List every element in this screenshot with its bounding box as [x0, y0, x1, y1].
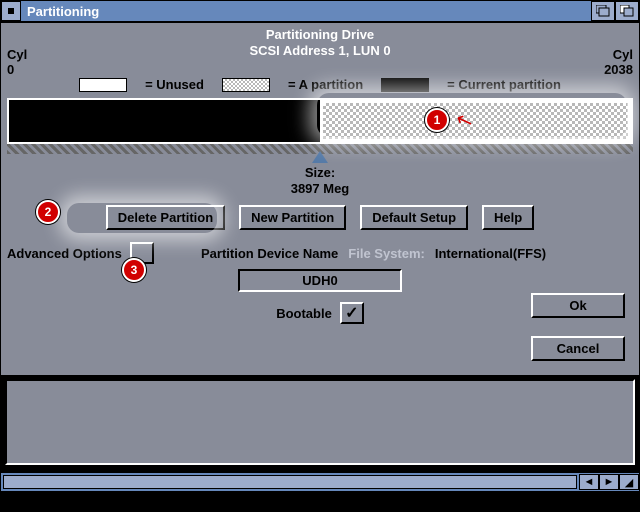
horizontal-scrollbar[interactable]: ◄ ► ◢: [1, 471, 639, 491]
cyl-left-label: Cyl: [7, 47, 27, 62]
scroll-left-icon[interactable]: ◄: [579, 474, 599, 490]
default-setup-button[interactable]: Default Setup: [360, 205, 468, 230]
fs-value: International(FFS): [435, 246, 546, 261]
legend-unused: = Unused: [145, 77, 204, 92]
status-pane: [5, 379, 635, 465]
ok-button[interactable]: Ok: [531, 293, 625, 318]
callout-2: 2: [36, 200, 60, 224]
size-label: Size:: [1, 165, 639, 181]
device-name-row: UDH0: [1, 269, 639, 292]
size-gadget[interactable]: ◢: [619, 474, 639, 490]
button-row: Delete Partition New Partition Default S…: [1, 205, 639, 230]
pdn-label: Partition Device Name: [201, 246, 338, 261]
scrollbar-track[interactable]: [3, 475, 577, 489]
help-button[interactable]: Help: [482, 205, 534, 230]
partition-segment-current[interactable]: [9, 100, 320, 142]
callout-1: 1: [425, 108, 449, 132]
legend-current: = Current partition: [447, 77, 561, 92]
new-partition-button[interactable]: New Partition: [239, 205, 346, 230]
zoom-gadget[interactable]: [591, 1, 615, 21]
delete-partition-button[interactable]: Delete Partition: [106, 205, 225, 230]
heading-title: Partitioning Drive: [1, 27, 639, 43]
depth-gadget[interactable]: [615, 1, 639, 21]
cyl-right-label: Cyl: [604, 47, 633, 62]
fs-label: File System:: [348, 246, 425, 261]
bootable-label: Bootable: [276, 306, 332, 321]
window-body: Partitioning Drive SCSI Address 1, LUN 0…: [1, 23, 639, 377]
partition-bar[interactable]: [7, 98, 633, 144]
size-value: 3897 Meg: [1, 181, 639, 197]
legend-a-partition: = A partition: [288, 77, 363, 92]
cancel-button[interactable]: Cancel: [531, 336, 625, 361]
swatch-a-partition: [222, 78, 270, 92]
legend: = Unused = A partition = Current partiti…: [1, 77, 639, 92]
device-name-input[interactable]: UDH0: [238, 269, 402, 292]
check-icon: ✓: [345, 303, 358, 323]
size-text: Size: 3897 Meg: [1, 165, 639, 197]
size-pointer-icon: [312, 151, 328, 163]
callout-3: 3: [122, 258, 146, 282]
titlebar[interactable]: Partitioning: [1, 1, 639, 23]
bootable-checkbox[interactable]: ✓: [340, 302, 364, 324]
partition-segment-other[interactable]: [320, 100, 631, 142]
window-title: Partitioning: [21, 4, 591, 19]
cyl-start: 0: [7, 62, 27, 77]
swatch-unused: [79, 78, 127, 92]
swatch-current: [381, 78, 429, 92]
close-gadget[interactable]: [1, 1, 21, 21]
advanced-label: Advanced Options: [7, 246, 122, 261]
cyl-end: 2038: [604, 62, 633, 77]
pdn-row: Partition Device Name File System: Inter…: [201, 246, 639, 261]
scroll-right-icon[interactable]: ►: [599, 474, 619, 490]
partitioning-window: Partitioning Partitioning Drive SCSI Add…: [0, 0, 640, 492]
ok-cancel-column: Ok Cancel: [531, 293, 625, 361]
